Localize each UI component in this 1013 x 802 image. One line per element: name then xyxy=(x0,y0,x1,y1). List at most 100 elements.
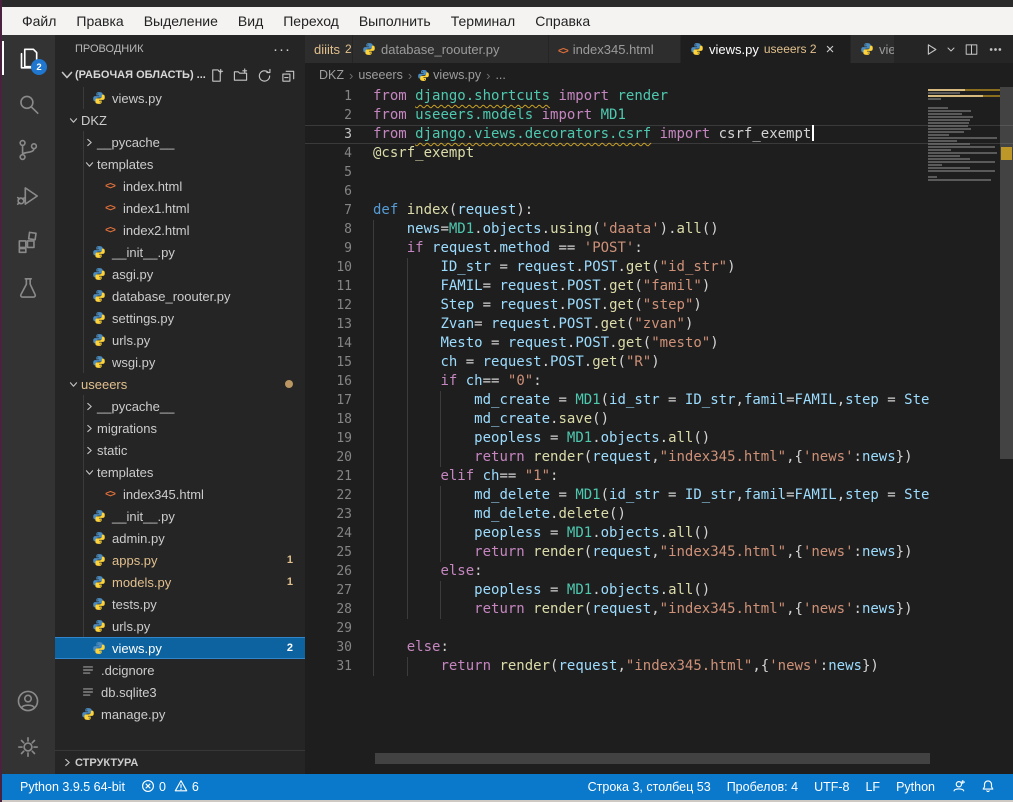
activitybar-search-icon[interactable] xyxy=(0,81,55,127)
activitybar-extensions-icon[interactable] xyxy=(0,219,55,265)
chevron-down-icon[interactable] xyxy=(945,38,957,60)
tree-item-admin.py[interactable]: admin.py xyxy=(55,527,305,549)
code-line-3[interactable]: 3from django.views.decorators.csrf impor… xyxy=(305,125,1013,144)
code-line-28[interactable]: 28 return render(request,"index345.html"… xyxy=(305,600,1013,619)
code-line-4[interactable]: 4@csrf_exempt xyxy=(305,144,1013,163)
code-line-24[interactable]: 24 peopless = MD1.objects.all() xyxy=(305,524,1013,543)
tree-item-urls.py[interactable]: urls.py xyxy=(55,615,305,637)
tree-item-templates[interactable]: templates xyxy=(55,461,305,483)
code-line-21[interactable]: 21 elif ch== "1": xyxy=(305,467,1013,486)
tab-database_roouter.py[interactable]: database_roouter.py xyxy=(353,35,549,63)
menu-выделение[interactable]: Выделение xyxy=(134,7,228,35)
tree-item-static[interactable]: static xyxy=(55,439,305,461)
code-line-16[interactable]: 16 if ch== "0": xyxy=(305,372,1013,391)
run-icon[interactable] xyxy=(921,38,941,60)
code-line-10[interactable]: 10 ID_str = request.POST.get("id_str") xyxy=(305,258,1013,277)
minimap[interactable] xyxy=(928,89,1000,182)
tab-index345.html[interactable]: <>index345.html xyxy=(549,35,681,63)
code-line-15[interactable]: 15 ch = request.POST.get("R") xyxy=(305,353,1013,372)
tree-item-manage.py[interactable]: manage.py xyxy=(55,703,305,725)
tree-item-templates[interactable]: templates xyxy=(55,153,305,175)
tree-item-models.py[interactable]: models.py1 xyxy=(55,571,305,593)
tree-item-__init__.py[interactable]: __init__.py xyxy=(55,241,305,263)
breadcrumb-item[interactable]: ... xyxy=(495,68,505,82)
breadcrumb[interactable]: DKZ›useeers›views.py›... xyxy=(305,63,1013,87)
menu-переход[interactable]: Переход xyxy=(273,7,349,35)
code-line-22[interactable]: 22 md_delete = MD1(id_str = ID_str,famil… xyxy=(305,486,1013,505)
code-line-26[interactable]: 26 else: xyxy=(305,562,1013,581)
code-line-19[interactable]: 19 peopless = MD1.objects.all() xyxy=(305,429,1013,448)
menu-терминал[interactable]: Терминал xyxy=(441,7,525,35)
code-line-25[interactable]: 25 return render(request,"index345.html"… xyxy=(305,543,1013,562)
status-cursor-position[interactable]: Строка 3, столбец 53 xyxy=(580,774,719,800)
menu-правка[interactable]: Правка xyxy=(66,7,133,35)
new-file-icon[interactable] xyxy=(207,66,225,84)
tree-item-__pycache__[interactable]: __pycache__ xyxy=(55,395,305,417)
activitybar-explorer-icon[interactable]: 2 xyxy=(0,35,55,81)
vertical-scrollbar[interactable] xyxy=(1000,87,1013,774)
tree-item-asgi.py[interactable]: asgi.py xyxy=(55,263,305,285)
tree-item-tests.py[interactable]: tests.py xyxy=(55,593,305,615)
code-line-30[interactable]: 30 else: xyxy=(305,638,1013,657)
split-editor-icon[interactable] xyxy=(961,38,981,60)
code-line-9[interactable]: 9 if request.method == 'POST': xyxy=(305,239,1013,258)
scrollbar-thumb[interactable] xyxy=(1000,87,1013,459)
activitybar-settings-icon[interactable] xyxy=(0,724,55,770)
menu-файл[interactable]: Файл xyxy=(12,7,66,35)
breadcrumb-item[interactable]: views.py xyxy=(433,68,481,82)
refresh-icon[interactable] xyxy=(255,66,273,84)
activitybar-testing-icon[interactable] xyxy=(0,265,55,311)
status-eol[interactable]: LF xyxy=(857,774,888,800)
status-notifications[interactable] xyxy=(973,774,1003,800)
breadcrumb-item[interactable]: useeers xyxy=(358,68,402,82)
breadcrumb-item[interactable]: DKZ xyxy=(319,68,344,82)
code-line-12[interactable]: 12 Step = request.POST.get("step") xyxy=(305,296,1013,315)
tree-item-index345.html[interactable]: <>index345.html xyxy=(55,483,305,505)
activitybar-source-control-icon[interactable] xyxy=(0,127,55,173)
tab-vie[interactable]: vie xyxy=(851,35,895,63)
collapse-all-icon[interactable] xyxy=(279,66,297,84)
tree-item-useeers[interactable]: useeers xyxy=(55,373,305,395)
code-editor[interactable]: 1from django.shortcuts import render2fro… xyxy=(305,87,1013,774)
activitybar-run-debug-icon[interactable] xyxy=(0,173,55,219)
tree-item-index2.html[interactable]: <>index2.html xyxy=(55,219,305,241)
tree-item-.dcignore[interactable]: .dcignore xyxy=(55,659,305,681)
status-problems[interactable]: 0 6 xyxy=(133,774,207,800)
code-line-14[interactable]: 14 Mesto = request.POST.get("mesto") xyxy=(305,334,1013,353)
tree-item-views.py[interactable]: views.py xyxy=(55,87,305,109)
workspace-section-header[interactable]: (РАБОЧАЯ ОБЛАСТЬ) ... xyxy=(55,63,305,87)
tree-item-views.py[interactable]: views.py2 xyxy=(55,637,305,659)
activitybar-account-icon[interactable] xyxy=(0,678,55,724)
status-feedback[interactable] xyxy=(943,774,973,800)
code-line-20[interactable]: 20 return render(request,"index345.html"… xyxy=(305,448,1013,467)
tree-item-migrations[interactable]: migrations xyxy=(55,417,305,439)
status-language[interactable]: Python xyxy=(888,774,943,800)
tree-item-wsgi.py[interactable]: wsgi.py xyxy=(55,351,305,373)
tree-item-__init__.py[interactable]: __init__.py xyxy=(55,505,305,527)
tree-item-urls.py[interactable]: urls.py xyxy=(55,329,305,351)
code-line-1[interactable]: 1from django.shortcuts import render xyxy=(305,87,1013,106)
close-icon[interactable]: × xyxy=(826,41,835,58)
tree-item-index1.html[interactable]: <>index1.html xyxy=(55,197,305,219)
code-line-13[interactable]: 13 Zvan= request.POST.get("zvan") xyxy=(305,315,1013,334)
code-line-23[interactable]: 23 md_delete.delete() xyxy=(305,505,1013,524)
code-line-17[interactable]: 17 md_create = MD1(id_str = ID_str,famil… xyxy=(305,391,1013,410)
horizontal-scrollbar[interactable] xyxy=(375,753,930,764)
status-encoding[interactable]: UTF-8 xyxy=(806,774,857,800)
code-line-31[interactable]: 31 return render(request,"index345.html"… xyxy=(305,657,1013,676)
code-line-2[interactable]: 2from useeers.models import MD1 xyxy=(305,106,1013,125)
more-actions-icon[interactable]: ··· xyxy=(273,41,291,58)
outline-section-header[interactable]: СТРУКТУРА xyxy=(55,750,305,774)
tree-item-db.sqlite3[interactable]: db.sqlite3 xyxy=(55,681,305,703)
code-line-7[interactable]: 7def index(request): xyxy=(305,201,1013,220)
code-line-8[interactable]: 8 news=MD1.objects.using('daata').all() xyxy=(305,220,1013,239)
code-line-27[interactable]: 27 peopless = MD1.objects.all() xyxy=(305,581,1013,600)
code-line-18[interactable]: 18 md_create.save() xyxy=(305,410,1013,429)
tree-item-apps.py[interactable]: apps.py1 xyxy=(55,549,305,571)
tree-item-__pycache__[interactable]: __pycache__ xyxy=(55,131,305,153)
tree-item-database_roouter.py[interactable]: database_roouter.py xyxy=(55,285,305,307)
code-line-11[interactable]: 11 FAMIL= request.POST.get("famil") xyxy=(305,277,1013,296)
menu-вид[interactable]: Вид xyxy=(228,7,273,35)
more-icon[interactable] xyxy=(985,38,1005,60)
menu-справка[interactable]: Справка xyxy=(525,7,600,35)
